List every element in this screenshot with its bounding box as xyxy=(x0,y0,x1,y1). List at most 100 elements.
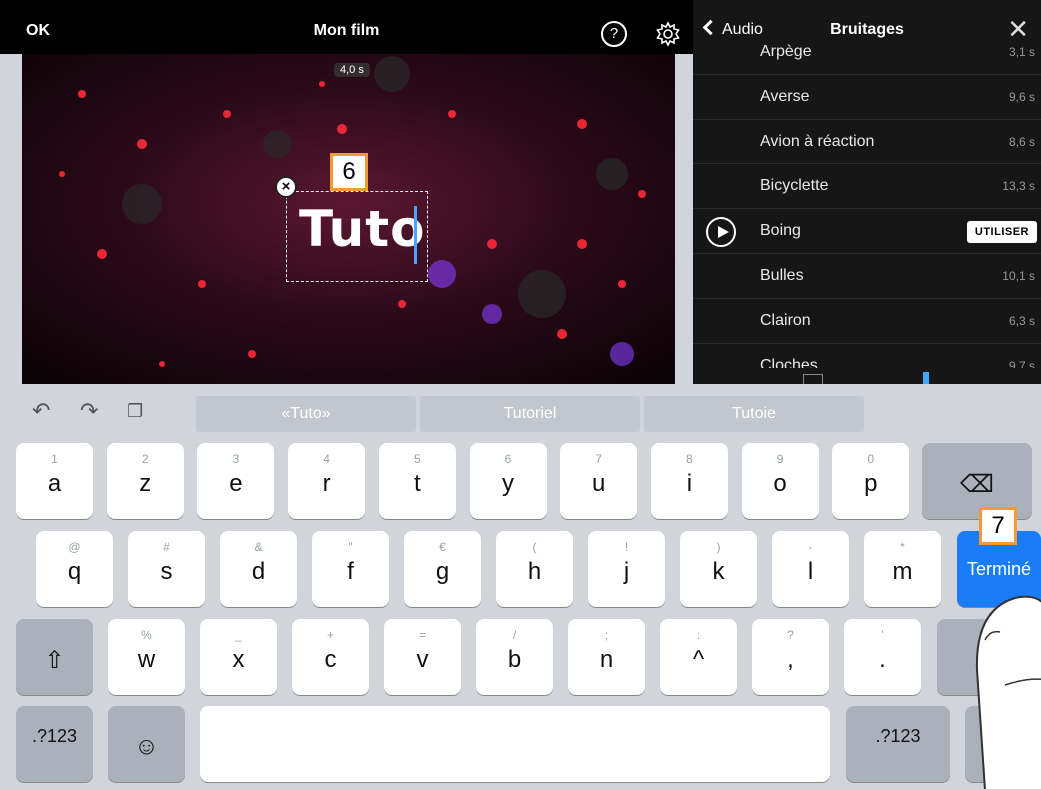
key-c[interactable]: + c xyxy=(292,619,369,695)
sound-name: Averse xyxy=(760,87,810,105)
sound-item[interactable]: Boing UTILISER xyxy=(693,209,1041,254)
numbers-key-right[interactable]: .?123 xyxy=(846,706,950,782)
key-label: q xyxy=(67,558,82,585)
sound-item[interactable]: Clairon 6,3 s xyxy=(693,299,1041,344)
key-e[interactable]: 3e xyxy=(197,443,275,519)
key-label: Terminé xyxy=(966,559,1032,579)
key-label: i xyxy=(686,470,693,497)
key-label: l xyxy=(807,558,814,585)
shift-key[interactable]: ⇧ xyxy=(16,619,93,695)
key-l[interactable]: -l xyxy=(772,531,849,607)
key-y[interactable]: 6y xyxy=(469,443,547,519)
paste-icon[interactable]: ❐ xyxy=(127,401,143,422)
key-label: z xyxy=(139,470,152,497)
media-tab-icon[interactable] xyxy=(803,374,823,384)
key-s[interactable]: # s xyxy=(128,531,205,607)
key-n[interactable]: ; n xyxy=(568,619,645,695)
sound-duration: 6,3 s xyxy=(1008,313,1035,328)
sound-list: Arpège 3,1 s Averse 9,6 s Avion à réaction 8,… xyxy=(693,30,1041,384)
key-g[interactable]: € g xyxy=(404,531,481,607)
key-secondary-label: ! xyxy=(624,540,629,554)
key-label: p xyxy=(864,470,878,497)
key-v[interactable]: = v xyxy=(384,619,461,695)
key-t[interactable]: 5t xyxy=(378,443,456,519)
key-secondary-label: 6 xyxy=(504,452,512,466)
key-j[interactable]: ! j xyxy=(588,531,665,607)
key-k[interactable]: ) k xyxy=(680,531,757,607)
close-icon[interactable]: ✕ xyxy=(1007,14,1029,45)
key-secondary-label: ? xyxy=(787,628,794,642)
key-q[interactable]: @ q xyxy=(36,531,113,607)
space-bar[interactable] xyxy=(200,706,830,782)
key-x[interactable]: _ x xyxy=(200,619,277,695)
numbers-key[interactable]: .?123 xyxy=(16,706,93,782)
emoji-key[interactable]: ☺ xyxy=(108,706,185,782)
key-label: j xyxy=(623,558,630,585)
key-r[interactable]: 4r xyxy=(288,443,366,519)
sound-duration: 9,6 s xyxy=(1008,89,1035,104)
sound-item[interactable]: Averse 9,6 s xyxy=(693,75,1041,120)
audio-tab-icon[interactable] xyxy=(923,372,929,384)
panel-header: Audio Bruitages ✕ xyxy=(693,0,1041,44)
key-punct-7[interactable]: ?, xyxy=(752,619,829,695)
step-callout-6: 6 xyxy=(330,153,368,191)
key-a[interactable]: 1a xyxy=(16,443,93,519)
key-o[interactable]: 9o xyxy=(741,443,819,519)
key-label: y xyxy=(502,470,514,497)
key-secondary-label: / xyxy=(512,628,517,642)
sound-name: Bulles xyxy=(760,266,804,284)
key-label: o xyxy=(773,470,787,497)
key-b[interactable]: / b xyxy=(476,619,553,695)
key-secondary-label: _ xyxy=(235,628,242,642)
suggestion-2[interactable]: Tutoriel xyxy=(420,396,640,432)
key-label: d xyxy=(251,558,266,585)
finger-pointer-image xyxy=(975,595,1041,789)
key-i[interactable]: 8i xyxy=(650,443,728,519)
sound-name: Boing xyxy=(760,222,801,240)
key-secondary-label: + xyxy=(326,628,334,642)
key-z[interactable]: 2z xyxy=(106,443,184,519)
key-secondary-label: 4 xyxy=(323,452,330,466)
key-secondary-label: @ xyxy=(68,540,81,554)
key-punct-6[interactable]: : ^ xyxy=(660,619,737,695)
key-label: .?123 xyxy=(31,726,78,746)
video-preview[interactable]: 4,0 s Tuto × xyxy=(22,54,675,384)
key-secondary-label: - xyxy=(808,540,813,554)
key-w[interactable]: % w xyxy=(108,619,185,695)
key-h[interactable]: (h xyxy=(496,531,573,607)
delete-text-icon[interactable]: × xyxy=(275,176,297,198)
help-icon[interactable]: ? xyxy=(601,21,627,47)
use-button[interactable]: UTILISER xyxy=(966,221,1037,244)
gear-icon[interactable] xyxy=(654,20,682,48)
sound-item[interactable]: Bulles 10,1 s xyxy=(693,254,1041,299)
top-toolbar: OK Mon film ? xyxy=(0,0,693,54)
key-label: x xyxy=(232,646,245,673)
key-label: r xyxy=(322,470,331,497)
title-text-box[interactable]: Tuto xyxy=(286,191,428,282)
key-secondary-label: 5 xyxy=(413,452,421,466)
title-text[interactable]: Tuto xyxy=(299,200,425,258)
sound-name: Arpège xyxy=(760,43,812,60)
sound-name: Avion à réaction xyxy=(760,132,875,150)
play-icon[interactable] xyxy=(706,217,736,248)
sound-duration: 8,6 s xyxy=(1008,134,1035,149)
key-f[interactable]: " f xyxy=(312,531,389,607)
key-punct-8[interactable]: ’. xyxy=(844,619,921,695)
key-d[interactable]: & d xyxy=(220,531,297,607)
suggestion-1[interactable]: «Tuto» xyxy=(196,396,416,432)
undo-icon[interactable]: ↶ xyxy=(32,398,50,424)
key-label: m xyxy=(892,558,913,585)
sound-item[interactable]: Avion à réaction 8,6 s xyxy=(693,120,1041,165)
redo-icon[interactable]: ↷ xyxy=(80,398,98,424)
key-p[interactable]: 0p xyxy=(832,443,910,519)
sound-item[interactable]: Bicyclette 13,3 s xyxy=(693,164,1041,210)
suggestion-3[interactable]: Tutoie xyxy=(644,396,864,432)
key-secondary-label: ) xyxy=(716,540,721,554)
key-secondary-label: & xyxy=(254,540,263,554)
key-label: ⌫ xyxy=(960,471,994,498)
key-secondary-label: 8 xyxy=(686,452,693,466)
key-secondary-label: ; xyxy=(604,628,609,642)
key-m[interactable]: * m xyxy=(864,531,941,607)
key-u[interactable]: 7u xyxy=(560,443,638,519)
key-secondary-label: # xyxy=(163,540,170,554)
